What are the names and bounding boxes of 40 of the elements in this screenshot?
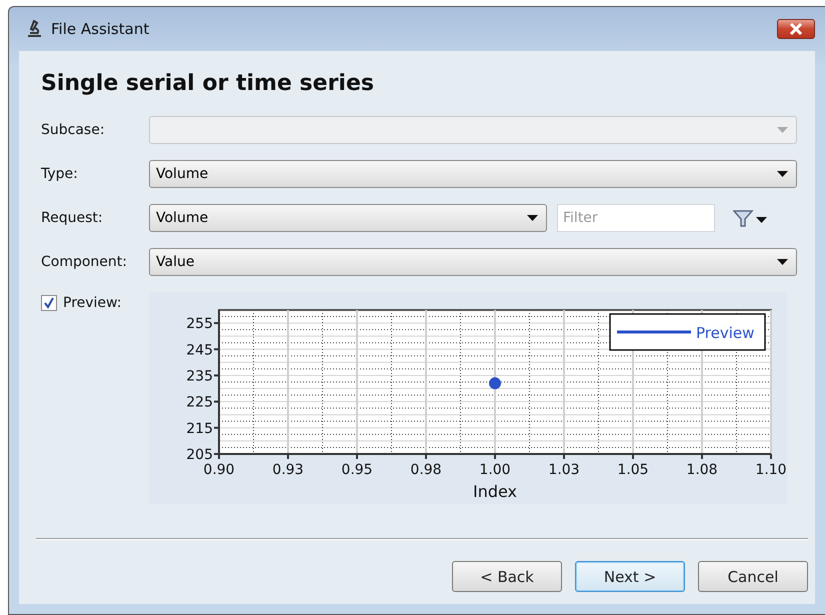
dialog-button[interactable]: Next > [575, 561, 685, 592]
tick-label: 235 [186, 368, 213, 384]
microscope-icon [25, 20, 43, 38]
close-icon [789, 23, 803, 35]
tick-label: 0.93 [272, 462, 304, 478]
tick-label: 255 [186, 316, 213, 332]
tick-label: 1.10 [755, 462, 787, 478]
field-label: Type: [41, 166, 79, 182]
dropdown-arrow-icon [777, 127, 788, 133]
tick-label: 1.00 [479, 462, 511, 478]
tick-label: 1.05 [617, 462, 649, 478]
dropdown[interactable]: Volume [149, 204, 547, 232]
dialog-button[interactable]: Cancel [698, 561, 808, 592]
tick-label: 0.90 [203, 462, 235, 478]
checkbox[interactable] [41, 295, 57, 311]
checkbox-label: Preview: [63, 295, 122, 311]
dropdown-arrow-icon [527, 215, 538, 221]
tick-label: 0.95 [341, 462, 373, 478]
dialog-button[interactable]: < Back [452, 561, 562, 592]
dropdown[interactable]: Volume [149, 160, 797, 188]
tick-label: 225 [186, 394, 213, 411]
legend-label: Preview [696, 324, 754, 342]
tick-label: 205 [186, 447, 213, 463]
tick-label: 1.08 [686, 462, 718, 478]
window-title: File Assistant [51, 20, 150, 38]
page-heading: Single serial or time series [41, 71, 375, 96]
dropdown-arrow-icon [777, 171, 788, 177]
tick-label: 1.03 [548, 462, 580, 478]
field-label: Subcase: [41, 122, 106, 138]
field-label: Component: [41, 254, 128, 270]
field-label: Request: [41, 210, 104, 226]
tick-label: 0.98 [410, 462, 442, 478]
filter-icon[interactable] [733, 209, 769, 227]
tick-label: 215 [186, 420, 213, 437]
dropdown-arrow-icon [777, 259, 788, 265]
axis-title: Index [472, 482, 518, 501]
filter-field[interactable]: Filter [557, 204, 715, 232]
tick-label: 245 [186, 342, 213, 358]
close-button[interactable] [777, 19, 815, 39]
dropdown[interactable]: Value [149, 248, 797, 276]
